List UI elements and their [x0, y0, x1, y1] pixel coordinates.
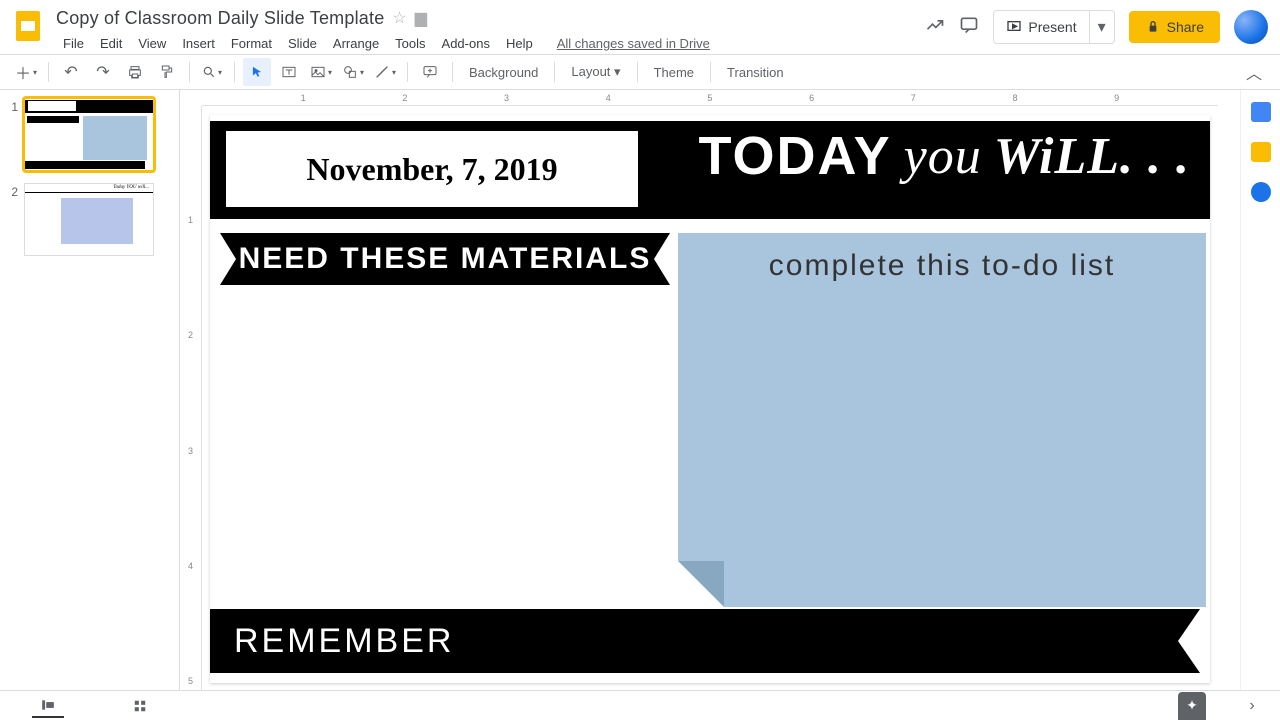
document-title[interactable]: Copy of Classroom Daily Slide Template: [56, 8, 384, 29]
slide-number: 2: [4, 183, 18, 199]
select-tool[interactable]: [243, 58, 271, 86]
canvas-area[interactable]: 123456789 12345 November, 7, 2019 TODAY …: [180, 90, 1240, 690]
background-button[interactable]: Background: [461, 65, 546, 80]
menu-edit[interactable]: Edit: [93, 32, 129, 55]
today-you-will-heading[interactable]: TODAY you WiLL. . .: [699, 125, 1190, 187]
remember-footer[interactable]: REMEMBER: [210, 609, 1200, 673]
menu-help[interactable]: Help: [499, 32, 540, 55]
menu-format[interactable]: Format: [224, 32, 279, 55]
zoom-button[interactable]: [198, 58, 226, 86]
image-tool[interactable]: [307, 58, 335, 86]
shape-tool[interactable]: [339, 58, 367, 86]
layout-button[interactable]: Layout ▾: [563, 64, 628, 80]
filmstrip-view-button[interactable]: [32, 694, 64, 718]
share-button[interactable]: Share: [1129, 11, 1220, 43]
ruler-vertical: 12345: [180, 106, 202, 690]
line-tool[interactable]: [371, 58, 399, 86]
side-panel-toggle[interactable]: ›: [1236, 694, 1268, 718]
activity-icon[interactable]: [925, 15, 945, 40]
redo-button[interactable]: ↷: [89, 58, 117, 86]
slide-header-bar[interactable]: November, 7, 2019 TODAY you WiLL. . .: [210, 121, 1210, 219]
textbox-tool[interactable]: [275, 58, 303, 86]
explore-button[interactable]: ✦: [1178, 692, 1206, 720]
date-text: November, 7, 2019: [306, 151, 557, 188]
note-fold-corner: [678, 561, 724, 607]
todo-note[interactable]: complete this to-do list: [678, 233, 1206, 607]
title-bar: Copy of Classroom Daily Slide Template ☆…: [0, 0, 1280, 54]
comment-button[interactable]: [416, 58, 444, 86]
keep-addon-icon[interactable]: [1251, 142, 1271, 162]
remember-text: REMEMBER: [234, 622, 454, 661]
materials-ribbon[interactable]: NEED THESE MATERIALS: [220, 233, 670, 285]
transition-button[interactable]: Transition: [719, 65, 792, 80]
paint-format-button[interactable]: [153, 58, 181, 86]
grid-view-button[interactable]: [124, 694, 156, 718]
menu-addons[interactable]: Add-ons: [435, 32, 497, 55]
print-button[interactable]: [121, 58, 149, 86]
todo-text: complete this to-do list: [678, 233, 1206, 283]
bottom-bar: ✦ ›: [0, 690, 1280, 720]
new-slide-button[interactable]: ＋: [12, 58, 40, 86]
present-label: Present: [1028, 19, 1076, 35]
ruler-horizontal: 123456789: [202, 90, 1218, 106]
menu-view[interactable]: View: [131, 32, 173, 55]
date-box[interactable]: November, 7, 2019: [226, 131, 638, 207]
present-button[interactable]: Present: [993, 10, 1089, 44]
app-icon[interactable]: [8, 6, 48, 46]
slide-thumbnail-2[interactable]: Today YOU will...: [24, 183, 154, 256]
menu-bar: File Edit View Insert Format Slide Arran…: [56, 32, 925, 55]
star-icon[interactable]: ☆: [392, 8, 406, 28]
comments-icon[interactable]: [959, 15, 979, 40]
toolbar: ＋ ↶ ↷ Background Layout ▾ Theme Transiti…: [0, 54, 1280, 90]
menu-arrange[interactable]: Arrange: [326, 32, 386, 55]
hide-menus-button[interactable]: ︿: [1240, 58, 1268, 86]
move-folder-icon[interactable]: ▆: [415, 8, 427, 28]
slide-thumbnail-1[interactable]: [24, 98, 154, 171]
filmstrip[interactable]: 1 2 Today YOU will...: [0, 90, 180, 690]
account-avatar[interactable]: [1234, 10, 1268, 44]
menu-slide[interactable]: Slide: [281, 32, 324, 55]
menu-file[interactable]: File: [56, 32, 91, 55]
slide-canvas[interactable]: November, 7, 2019 TODAY you WiLL. . . NE…: [210, 115, 1210, 683]
slide-number: 1: [4, 98, 18, 114]
save-status[interactable]: All changes saved in Drive: [550, 32, 717, 55]
menu-insert[interactable]: Insert: [175, 32, 222, 55]
calendar-addon-icon[interactable]: [1251, 102, 1271, 122]
materials-text: NEED THESE MATERIALS: [239, 242, 652, 276]
menu-tools[interactable]: Tools: [388, 32, 432, 55]
undo-button[interactable]: ↶: [57, 58, 85, 86]
present-dropdown[interactable]: ▾: [1090, 10, 1115, 44]
theme-button[interactable]: Theme: [646, 65, 702, 80]
tasks-addon-icon[interactable]: [1251, 182, 1271, 202]
side-panel: [1240, 90, 1280, 690]
share-label: Share: [1167, 19, 1204, 35]
